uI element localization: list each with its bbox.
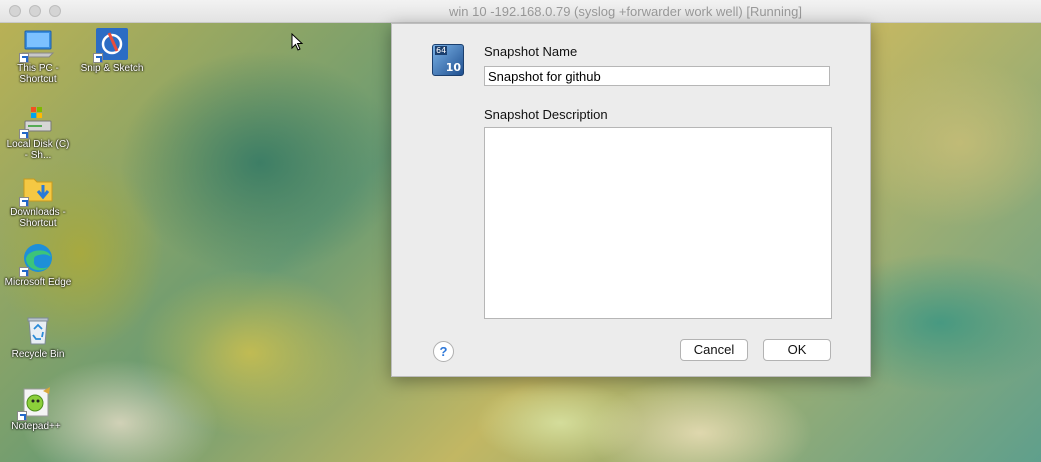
desktop-icon-label: Recycle Bin [11, 349, 65, 360]
desktop-icon-local-disk[interactable]: Local Disk (C) - Sh... [4, 103, 72, 161]
cancel-button[interactable]: Cancel [680, 339, 748, 361]
desktop-icon-label: Snip & Sketch [80, 63, 144, 74]
desktop-icon-label: This PC - Shortcut [17, 63, 59, 85]
desktop-icon-label: Microsoft Edge [4, 277, 72, 288]
icon-badge-10: 10 [445, 61, 461, 74]
desktop-icon-recycle-bin[interactable]: Recycle Bin [4, 313, 72, 360]
desktop-icon-label: Downloads - Shortcut [10, 207, 66, 229]
mouse-pointer-icon [291, 33, 304, 51]
recycle-bin-icon [21, 313, 55, 347]
snapshot-description-textarea[interactable] [484, 127, 832, 319]
desktop-icon-edge[interactable]: Microsoft Edge [4, 241, 72, 288]
notepad-plus-plus-icon [17, 385, 53, 421]
desktop-icon-snip-sketch[interactable]: Snip & Sketch [78, 27, 146, 74]
snapshot-description-label: Snapshot Description [484, 107, 608, 122]
desktop-icon-this-pc[interactable]: This PC - Shortcut [4, 27, 72, 85]
desktop-icon-label: Local Disk (C) - Sh... [6, 139, 70, 161]
take-snapshot-dialog: 64 10 Snapshot Name Snapshot Description… [391, 23, 871, 377]
snip-sketch-icon [93, 27, 129, 63]
virtualbox-windows10-icon: 64 10 [432, 44, 464, 76]
help-button[interactable]: ? [433, 341, 454, 362]
snapshot-name-label: Snapshot Name [484, 44, 578, 59]
computer-icon [19, 27, 55, 63]
desktop-icon-notepad-plus-plus[interactable]: Notepad++ [2, 385, 70, 432]
ok-button[interactable]: OK [763, 339, 831, 361]
desktop-icon-downloads[interactable]: Downloads - Shortcut [4, 171, 72, 229]
downloads-folder-icon [19, 171, 55, 207]
snapshot-name-input[interactable] [484, 66, 830, 86]
drive-icon [19, 103, 55, 139]
edge-icon [19, 241, 55, 277]
window-title: win 10 -192.168.0.79 (syslog +forwarder … [449, 4, 802, 19]
window-titlebar: win 10 -192.168.0.79 (syslog +forwarder … [0, 0, 1041, 23]
icon-badge-64: 64 [435, 46, 448, 55]
desktop-icon-label: Notepad++ [11, 421, 61, 432]
